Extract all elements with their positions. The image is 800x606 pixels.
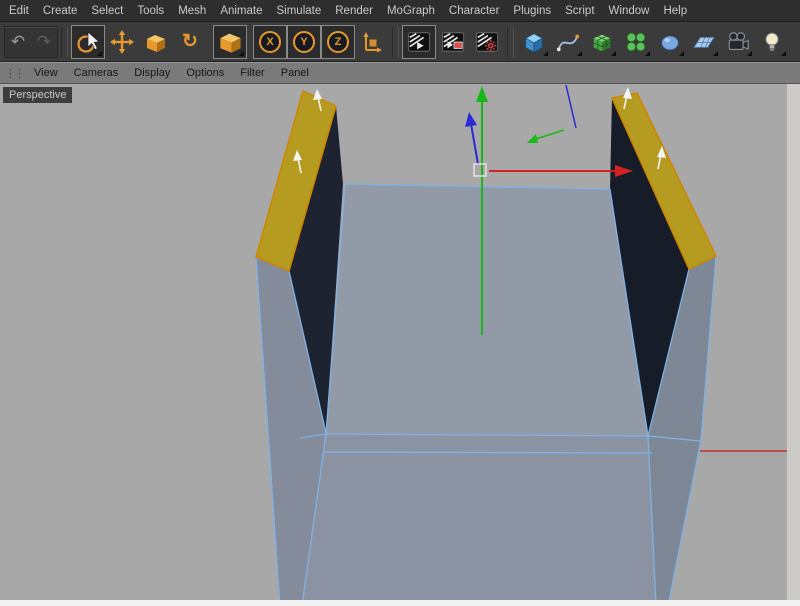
scale-tool-icon <box>147 34 165 52</box>
undo-icon: ↶ <box>10 32 26 51</box>
menu-item[interactable]: Character <box>442 2 507 20</box>
viewport-menu-items: View Cameras Display Options Filter Panel <box>26 64 317 82</box>
light-button[interactable] <box>755 25 789 59</box>
menu-item[interactable]: Help <box>656 2 694 20</box>
subdivision-surface-icon <box>593 34 611 51</box>
cloner-icon <box>626 32 646 51</box>
menu-item[interactable]: Animate <box>213 2 269 20</box>
add-cube-button[interactable] <box>517 25 551 59</box>
camera-button[interactable] <box>721 25 755 59</box>
undo-button[interactable]: ↶ <box>5 28 31 56</box>
move-tool-icon <box>110 29 134 54</box>
right-panel-edge <box>787 84 800 606</box>
toolbar-separator <box>61 26 68 57</box>
rotate-tool-icon: ↻ <box>182 31 198 52</box>
live-selection-button[interactable] <box>71 24 105 59</box>
metaball-button[interactable] <box>653 25 687 59</box>
viewport-menu-item[interactable]: View <box>26 64 66 82</box>
axis-z-icon: Z <box>327 30 349 53</box>
coordinate-system-icon <box>363 31 382 52</box>
menu-item[interactable]: Simulate <box>270 2 329 20</box>
cube-primitive-icon <box>524 32 544 53</box>
scale-tool-button[interactable] <box>139 25 173 59</box>
menu-item[interactable]: Select <box>84 2 130 20</box>
viewport-menu-bar: ⋮⋮ View Cameras Display Options Filter Panel <box>0 62 800 84</box>
menu-item[interactable]: Tools <box>130 2 171 20</box>
render-view-icon <box>407 31 431 52</box>
coordinate-system-button[interactable] <box>355 25 389 59</box>
viewport-menu-item[interactable]: Options <box>178 64 232 82</box>
viewport-menu-item[interactable]: Display <box>126 64 178 82</box>
panel-grip[interactable]: ⋮⋮ <box>5 67 25 80</box>
render-view-button[interactable] <box>402 24 436 59</box>
menu-bar: Edit Create Select Tools Mesh Animate Simulate… <box>0 0 800 22</box>
window-bottom-edge <box>0 600 800 606</box>
menu-item[interactable]: Create <box>36 2 85 20</box>
menu-item[interactable]: Window <box>602 2 657 20</box>
render-settings-button[interactable] <box>470 25 504 59</box>
viewport-canvas[interactable] <box>0 84 800 606</box>
viewport[interactable]: Perspective <box>0 84 800 606</box>
spline-pen-icon <box>556 34 580 51</box>
redo-button[interactable]: ↷ <box>31 28 57 56</box>
active-tool-button[interactable] <box>213 24 247 59</box>
axis-x-lock-button[interactable]: X <box>253 24 287 59</box>
toolbar-separator <box>392 26 399 57</box>
floor-grid-icon <box>693 36 715 48</box>
camera-label: Perspective <box>3 87 73 103</box>
menu-item[interactable]: Mesh <box>171 2 213 20</box>
live-selection-icon <box>77 30 100 53</box>
axis-y-icon: Y <box>293 30 315 53</box>
spline-pen-button[interactable] <box>551 25 585 59</box>
menu-item[interactable]: MoGraph <box>380 2 442 20</box>
render-picture-viewer-button[interactable] <box>436 25 470 59</box>
viewport-menu-item[interactable]: Panel <box>273 64 317 82</box>
cloner-button[interactable] <box>619 25 653 59</box>
axis-z-lock-button[interactable]: Z <box>321 24 355 59</box>
render-settings-icon <box>475 31 499 52</box>
cube-tool-icon <box>219 33 241 53</box>
menu-item[interactable]: Script <box>558 2 601 20</box>
toolbar-separator <box>507 26 514 57</box>
menu-item[interactable]: Edit <box>2 2 36 20</box>
viewport-menu-item[interactable]: Filter <box>232 64 272 82</box>
floor-button[interactable] <box>687 25 721 59</box>
menu-item[interactable]: Render <box>328 2 380 20</box>
cinema4d-window: Edit Create Select Tools Mesh Animate Simulate… <box>0 0 800 606</box>
subdivision-surface-button[interactable] <box>585 25 619 59</box>
redo-icon: ↷ <box>36 32 52 51</box>
light-bulb-icon <box>765 32 779 51</box>
viewport-menu-item[interactable]: Cameras <box>66 64 127 82</box>
model-top-face[interactable] <box>326 184 648 436</box>
metaball-icon <box>661 35 679 50</box>
axis-x-icon: X <box>259 30 281 53</box>
toolbar: ↶ ↷ ↻ X Y Z <box>0 22 800 62</box>
axis-y-lock-button[interactable]: Y <box>287 24 321 59</box>
camera-icon <box>728 31 749 50</box>
history-group: ↶ ↷ <box>4 25 58 58</box>
menu-item[interactable]: Plugins <box>506 2 558 20</box>
model-front-face[interactable] <box>302 434 656 606</box>
move-tool-button[interactable] <box>105 25 139 59</box>
rotate-tool-button[interactable]: ↻ <box>173 25 207 59</box>
render-picture-viewer-icon <box>441 31 465 52</box>
